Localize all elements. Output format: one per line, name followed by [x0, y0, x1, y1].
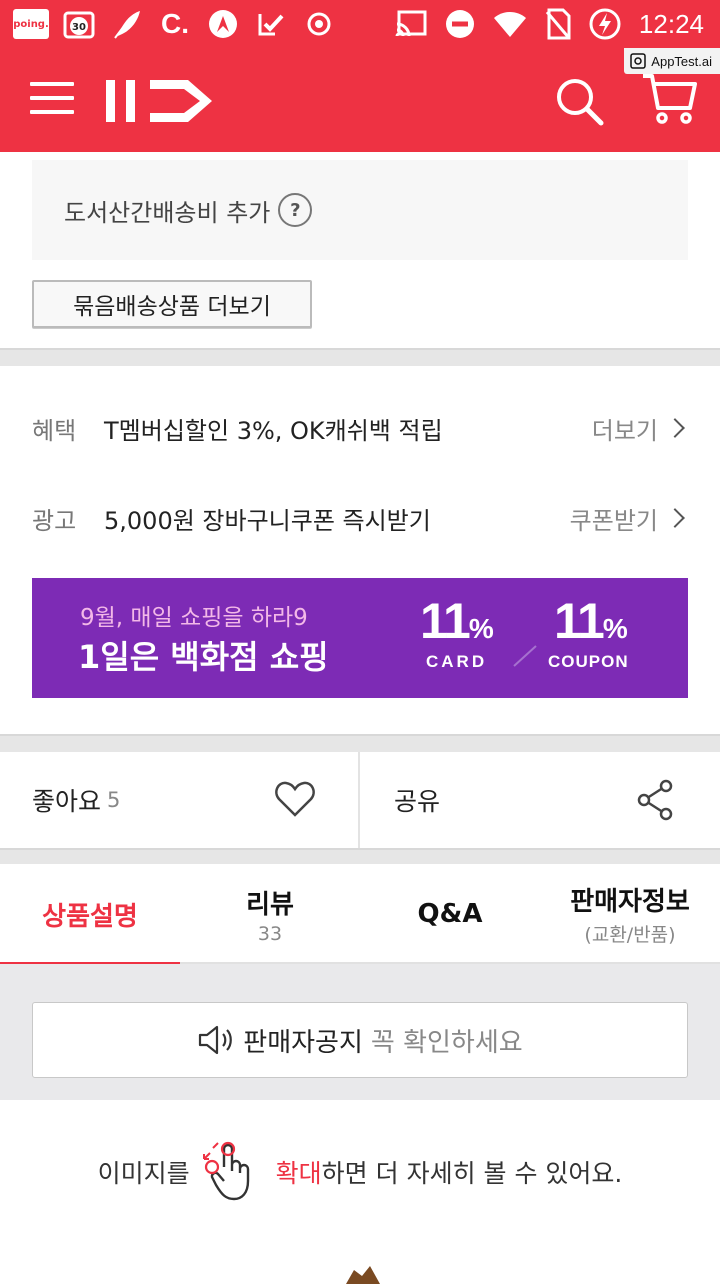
section-divider [0, 348, 720, 366]
coupon-link[interactable]: 쿠폰받기 [570, 501, 688, 536]
product-tabs: 상품설명 리뷰 33 Q&A 판매자정보 (교환/반품) [0, 864, 720, 966]
poing-app-icon: poing. [13, 7, 49, 41]
c-icon: C. [158, 7, 192, 41]
benefit-row[interactable]: 혜택 T멤버십할인 3%, OK캐쉬백 적립 더보기 [32, 408, 688, 448]
check-icon [254, 7, 288, 41]
cart-icon[interactable] [640, 70, 698, 128]
tab-description[interactable]: 상품설명 [0, 864, 180, 966]
poing-label: poing. [13, 9, 49, 39]
promo-banner[interactable]: 9월, 매일 쇼핑을 하라9 1일은 백화점 쇼핑 11% CARD 11% C… [32, 578, 688, 698]
banner-line2: 1일은 백화점 쇼핑 [78, 638, 329, 676]
svg-text:30: 30 [72, 22, 86, 33]
tab-qna[interactable]: Q&A [360, 864, 540, 964]
slash-divider [513, 645, 537, 667]
coupon-label: COUPON [548, 652, 629, 671]
share-icon [637, 779, 673, 821]
notice-section: 판매자공지 꼭 확인하세요 [0, 964, 720, 1100]
tab-label: 상품설명 [42, 901, 138, 932]
like-count: 5 [107, 788, 121, 812]
share-label: 공유 [394, 787, 441, 816]
banner-line1: 9월, 매일 쇼핑을 하라9 [80, 605, 308, 631]
product-image-peek [340, 1264, 386, 1284]
zoom-suffix: 하면 더 자세히 볼 수 있어요. [321, 1159, 623, 1188]
mountain-area-shipping: 도서산간배송비 추가 ? [32, 160, 688, 260]
speaker-icon [199, 1025, 233, 1055]
vpn-icon [206, 7, 240, 41]
card-label: CARD [426, 652, 488, 671]
review-count: 33 [257, 922, 283, 945]
coupon-percent: 11% [554, 592, 628, 650]
coupon-pct-sign: % [602, 613, 628, 644]
tab-label: 판매자정보 [570, 887, 690, 917]
section-divider [0, 734, 720, 752]
benefit-value: T멤버십할인 3%, OK캐쉬백 적립 [104, 416, 443, 445]
coupon-link-label: 쿠폰받기 [569, 506, 658, 535]
card-pct-sign: % [468, 613, 494, 644]
benefit-more-label: 더보기 [591, 416, 658, 445]
section-divider [0, 848, 720, 864]
tab-sub-label: (교환/반품) [584, 924, 676, 946]
share-button[interactable]: 공유 [360, 752, 720, 848]
tab-seller-info[interactable]: 판매자정보 (교환/반품) [540, 864, 720, 964]
help-icon[interactable]: ? [278, 193, 313, 227]
ad-row[interactable]: 광고 5,000원 장바구니쿠폰 즉시받기 쿠폰받기 [32, 498, 688, 538]
zoom-highlight: 확대 [275, 1159, 322, 1188]
chevron-right-icon [665, 418, 685, 438]
like-button[interactable]: 좋아요 5 [0, 752, 360, 848]
c-label: C. [161, 8, 189, 39]
app-bar [0, 48, 720, 152]
coupon-pct: 11 [554, 593, 605, 649]
apptest-label: AppTest.ai [651, 53, 712, 69]
ad-label: 광고 [32, 506, 77, 535]
wifi-icon [493, 12, 526, 37]
apptest-badge: AppTest.ai [624, 48, 720, 74]
11st-logo[interactable] [104, 68, 220, 132]
battery-charging-icon [589, 8, 621, 40]
tab-label: 리뷰 [246, 889, 294, 920]
search-icon[interactable] [554, 76, 606, 128]
record-icon [302, 7, 336, 41]
clock: 12:24 [638, 8, 704, 39]
chevron-right-icon [665, 508, 685, 528]
menu-icon[interactable] [30, 82, 74, 118]
zoom-prefix: 이미지를 [97, 1159, 190, 1188]
notice-title: 판매자공지 [243, 1027, 363, 1058]
like-label: 좋아요 [32, 787, 102, 816]
tab-reviews[interactable]: 리뷰 33 [180, 864, 360, 964]
pinch-zoom-icon [202, 1141, 249, 1201]
cast-icon [395, 10, 427, 37]
mountain-fee-label: 도서산간배송비 추가 [64, 198, 271, 227]
benefit-label: 혜택 [32, 416, 77, 445]
card-percent: 11% [420, 592, 494, 650]
tab-label: Q&A [417, 899, 483, 929]
feather-icon [110, 7, 144, 41]
benefit-more-link[interactable]: 더보기 [592, 411, 688, 446]
card-pct: 11 [420, 593, 471, 649]
camera-icon [630, 53, 647, 69]
notice-hint: 꼭 확인하세요 [370, 1027, 523, 1058]
seller-notice-button[interactable]: 판매자공지 꼭 확인하세요 [32, 1002, 688, 1078]
heart-icon [275, 781, 315, 817]
like-share-bar: 좋아요 5 공유 [0, 752, 720, 848]
bundle-shipping-button[interactable]: 묶음배송상품 더보기 [32, 280, 312, 328]
status-bar: poing. 30 C. 12:24 [0, 0, 720, 48]
ad-value: 5,000원 장바구니쿠폰 즉시받기 [104, 506, 431, 535]
calendar-30-icon: 30 [62, 7, 96, 41]
no-sim-icon [545, 8, 571, 40]
do-not-disturb-icon [445, 10, 474, 38]
zoom-hint: 이미지를 확대 하면 더 자세히 볼 수 있어요. [0, 1141, 720, 1202]
